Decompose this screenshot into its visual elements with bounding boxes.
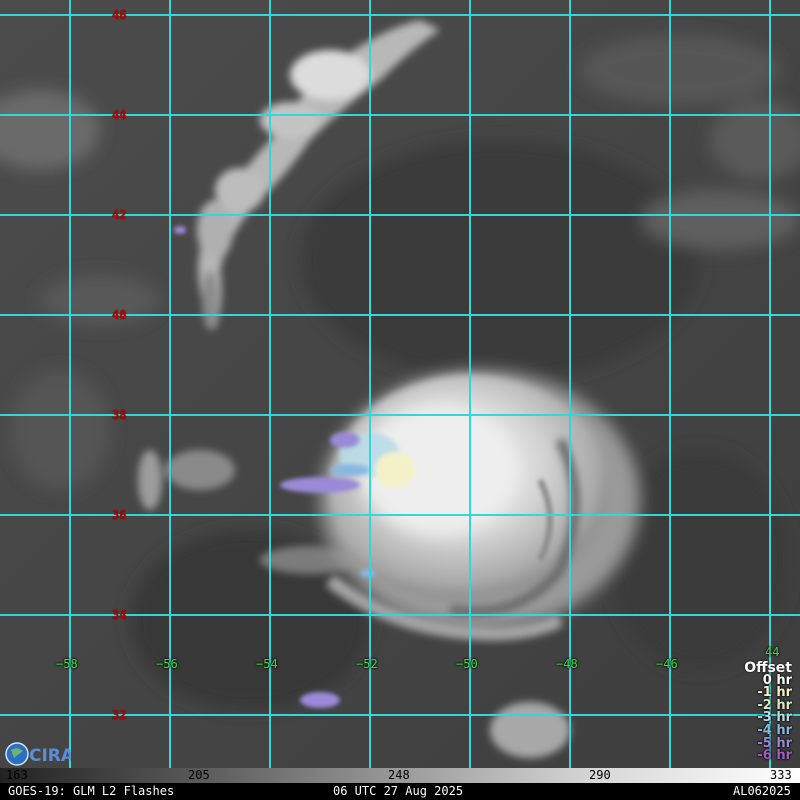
lat-label-46: 46 bbox=[112, 8, 127, 22]
colorbar-tick-333: 333 bbox=[770, 768, 792, 782]
lat-label-38: 38 bbox=[112, 408, 127, 422]
footer-bar: GOES-19: GLM L2 Flashes 06 UTC 27 Aug 20… bbox=[0, 783, 800, 800]
footer-product: GOES-19: GLM L2 Flashes bbox=[8, 784, 175, 798]
colorbar-tick-205: 205 bbox=[188, 768, 210, 782]
lon-label-48: −48 bbox=[556, 657, 578, 671]
colorbar-tick-248: 248 bbox=[388, 768, 410, 782]
lat-label-40: 40 bbox=[112, 308, 127, 322]
cira-logo: CIRA bbox=[5, 742, 71, 766]
brightness-temperature-colorbar: 163 205 248 290 333 bbox=[0, 768, 800, 783]
satellite-image-viewer: 46 44 42 40 38 36 34 32 −58 −56 −54 −52 … bbox=[0, 0, 800, 800]
lon-label-46: −46 bbox=[656, 657, 678, 671]
lat-label-42: 42 bbox=[112, 208, 127, 222]
legend-entry-6hr: -6 hr bbox=[757, 748, 792, 764]
cira-logo-text: CIRA bbox=[29, 746, 71, 766]
lon-label-44: 44 bbox=[765, 645, 780, 659]
lat-label-36: 36 bbox=[112, 508, 127, 522]
lat-label-44: 44 bbox=[112, 108, 127, 122]
lon-label-50: −50 bbox=[456, 657, 478, 671]
lon-label-56: −56 bbox=[156, 657, 178, 671]
lat-label-34: 34 bbox=[112, 608, 127, 622]
colorbar-tick-163: 163 bbox=[6, 768, 28, 782]
time-offset-legend: Offset 0 hr -1 hr -2 hr -3 hr -4 hr -5 h… bbox=[744, 661, 792, 764]
lon-label-54: −54 bbox=[256, 657, 278, 671]
lat-label-32: 32 bbox=[112, 708, 127, 722]
lon-label-52: −52 bbox=[356, 657, 378, 671]
footer-storm-id: AL062025 bbox=[733, 784, 791, 798]
footer-timestamp: 06 UTC 27 Aug 2025 bbox=[333, 784, 464, 798]
colorbar-tick-290: 290 bbox=[589, 768, 611, 782]
lon-label-58: −58 bbox=[56, 657, 78, 671]
